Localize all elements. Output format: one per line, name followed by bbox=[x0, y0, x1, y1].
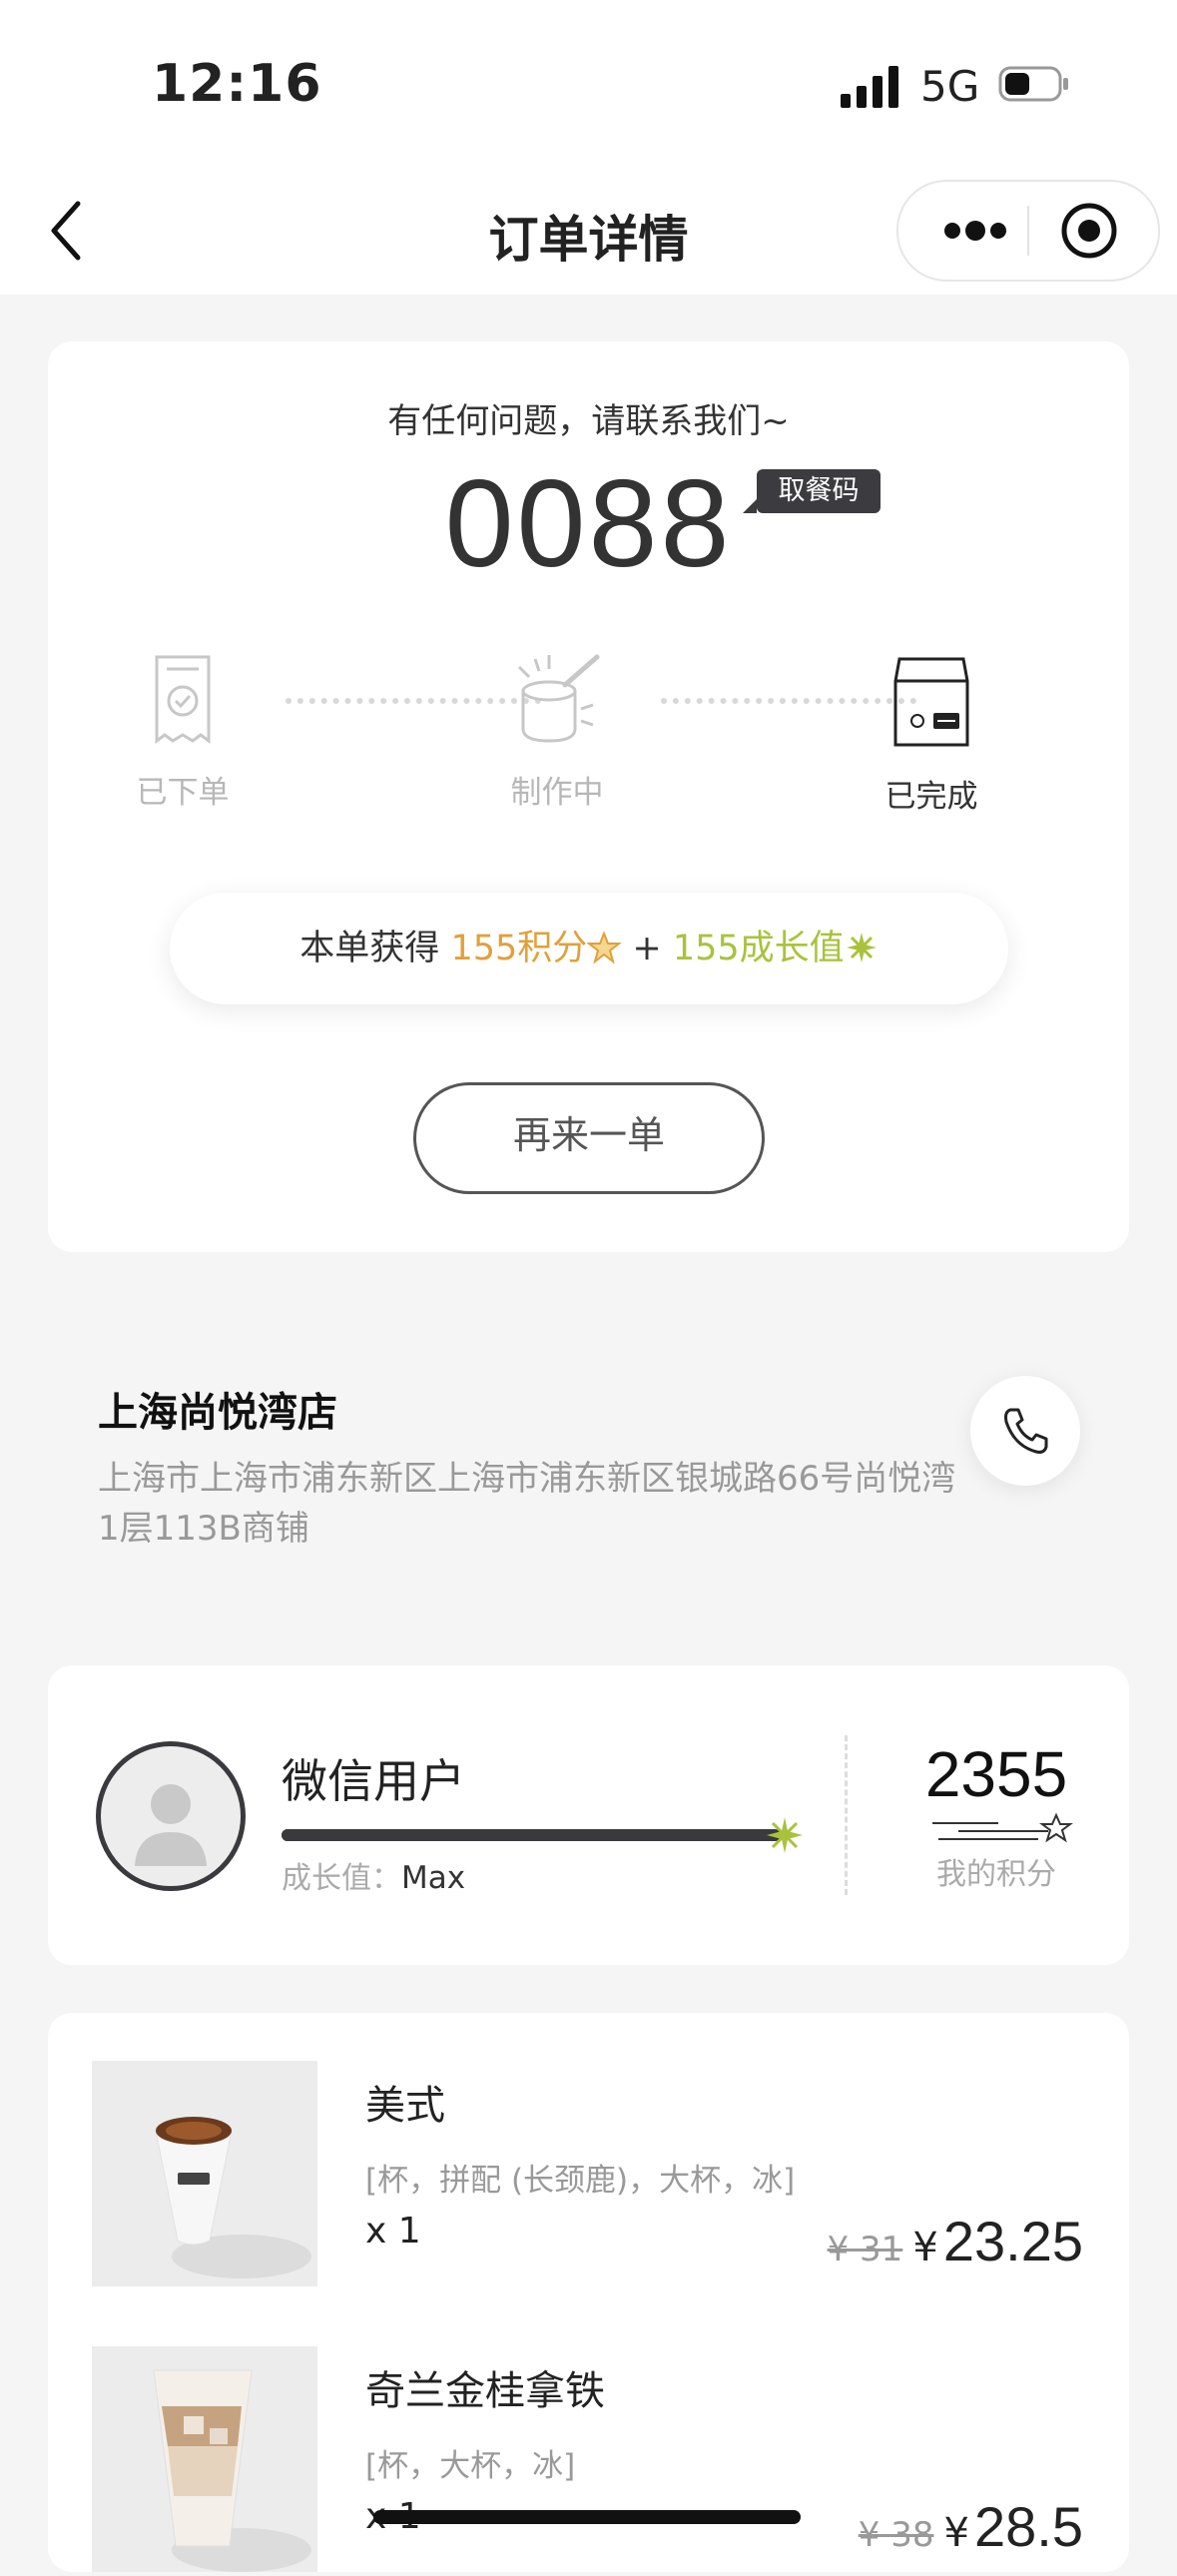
miniprogram-capsule bbox=[896, 180, 1160, 282]
nav-bar: 订单详情 bbox=[0, 170, 1177, 295]
growth-progress-fill bbox=[282, 1829, 781, 1841]
points-plus: + bbox=[632, 929, 662, 968]
step-label: 已下单 bbox=[136, 775, 230, 811]
phone-icon bbox=[1004, 1408, 1048, 1454]
close-miniprogram-icon[interactable] bbox=[1058, 200, 1120, 262]
pickup-code: 0088 bbox=[444, 455, 733, 593]
store-name: 上海尚悦湾店 bbox=[98, 1390, 337, 1436]
username: 微信用户 bbox=[282, 1754, 465, 1808]
status-time: 12:16 bbox=[152, 54, 322, 114]
growth-earned: 155成长值 bbox=[672, 929, 845, 968]
product-image bbox=[92, 2061, 317, 2286]
list-item: 美式 [杯，拼配 (长颈鹿)，大杯，冰] x 1 ¥ 31 ¥ 23.25 bbox=[48, 2061, 1129, 2290]
original-price: ¥ 38 bbox=[858, 2515, 934, 2555]
avatar[interactable] bbox=[96, 1741, 246, 1891]
original-price: ¥ 31 bbox=[827, 2230, 903, 2269]
current-price: 23.25 bbox=[942, 2210, 1083, 2272]
product-quantity: x 1 bbox=[365, 2211, 421, 2252]
growth-value: Max bbox=[401, 1860, 466, 1896]
list-item: 奇兰金桂拿铁 [杯，大杯，冰] x 1 ¥ 38¥ 28.5 bbox=[48, 2346, 1129, 2576]
points-star-icon bbox=[586, 931, 623, 965]
step-label: 已完成 bbox=[884, 779, 978, 815]
growth-progress-bar bbox=[282, 1829, 781, 1841]
step-making: 制作中 bbox=[477, 651, 637, 812]
cooking-pot-icon bbox=[517, 654, 600, 743]
product-price: ¥ 31 ¥ 23.25 bbox=[828, 2209, 1083, 2273]
product-options: [杯，拼配 (长颈鹿)，大杯，冰] bbox=[365, 2163, 796, 2199]
status-bar: 12:16 5G bbox=[0, 0, 1177, 170]
battery-icon bbox=[998, 66, 1068, 102]
growth-sparkle-icon bbox=[767, 1817, 803, 1853]
step-completed: 已完成 bbox=[852, 651, 1011, 816]
currency-symbol: ¥ bbox=[943, 2510, 969, 2556]
growth-sparkle-icon bbox=[846, 933, 877, 963]
takeout-bag-icon bbox=[893, 657, 969, 747]
product-options: [杯，大杯，冰] bbox=[365, 2448, 576, 2484]
product-name: 奇兰金桂拿铁 bbox=[365, 2368, 605, 2414]
home-indicator[interactable] bbox=[373, 2510, 801, 2524]
current-price: 28.5 bbox=[974, 2495, 1083, 2558]
order-status-card: 有任何问题，请联系我们~ 0088 取餐码 已下单 制作中 已完成 本单获得 1… bbox=[48, 341, 1129, 1252]
product-name: 美式 bbox=[365, 2083, 445, 2129]
call-store-button[interactable] bbox=[970, 1376, 1080, 1486]
points-prefix: 本单获得 bbox=[299, 929, 440, 968]
network-type: 5G bbox=[920, 62, 980, 111]
iced-latte-image bbox=[153, 2369, 311, 2572]
product-image bbox=[92, 2346, 317, 2572]
signal-icon bbox=[841, 66, 898, 108]
receipt-icon bbox=[155, 655, 211, 744]
coffee-cup-image bbox=[155, 2117, 311, 2278]
step-ordered: 已下单 bbox=[103, 651, 263, 812]
growth-value-row: 成长值：Max bbox=[282, 1853, 465, 1897]
points-earned: 155积分 bbox=[450, 929, 588, 968]
member-card: 微信用户 成长值：Max 2355 我的积分 bbox=[48, 1665, 1129, 1965]
step-label: 制作中 bbox=[510, 775, 604, 811]
currency-symbol: ¥ bbox=[912, 2225, 938, 2270]
order-items-card: 美式 [杯，拼配 (长颈鹿)，大杯，冰] x 1 ¥ 31 ¥ 23.25 奇兰金… bbox=[48, 2013, 1129, 2572]
pickup-code-tag: 取餐码 bbox=[743, 469, 881, 513]
points-star-icon bbox=[932, 1812, 1073, 1843]
my-points-value[interactable]: 2355 bbox=[906, 1737, 1086, 1811]
product-price: ¥ 38 ¥ 28.5 bbox=[859, 2494, 1083, 2559]
contact-us-text[interactable]: 有任何问题，请联系我们~ bbox=[48, 393, 1129, 442]
user-placeholder-icon bbox=[135, 1784, 207, 1866]
more-icon[interactable] bbox=[930, 202, 1020, 260]
points-earned-banner: 本单获得 155积分 + 155成长值 bbox=[170, 893, 1008, 1004]
growth-label: 成长值： bbox=[282, 1861, 401, 1896]
my-points-label: 我的积分 bbox=[936, 1857, 1056, 1892]
divider bbox=[845, 1735, 848, 1895]
capsule-divider bbox=[1027, 206, 1029, 256]
store-address: 上海市上海市浦东新区上海市浦东新区银城路66号尚悦湾1层113B商铺 bbox=[98, 1459, 956, 1549]
reorder-button[interactable]: 再来一单 bbox=[413, 1082, 765, 1194]
